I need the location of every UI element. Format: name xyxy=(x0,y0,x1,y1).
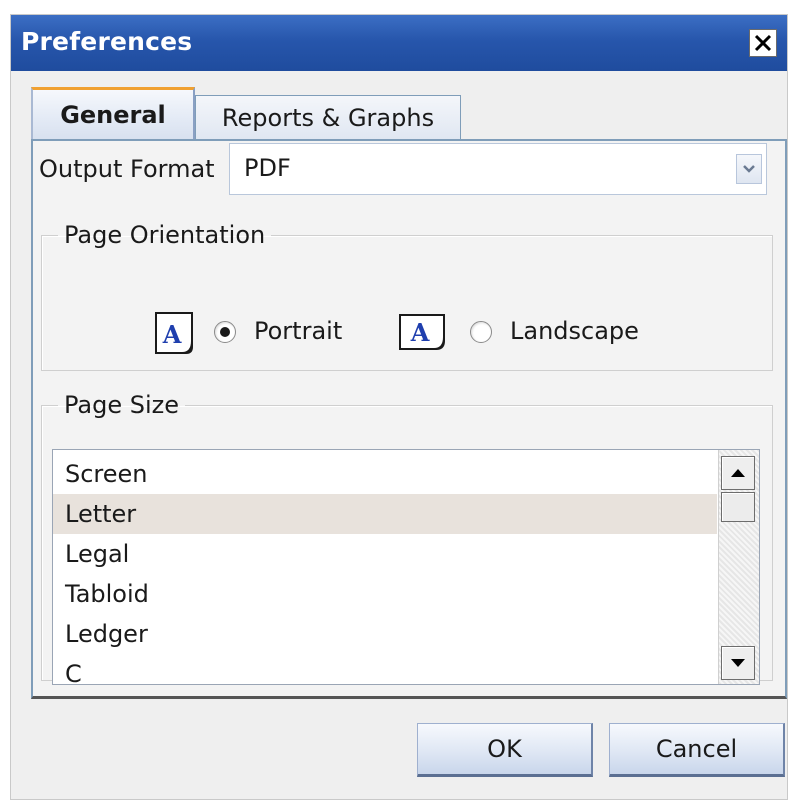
close-icon xyxy=(754,34,772,52)
tab-general[interactable]: General xyxy=(31,87,195,139)
preferences-dialog: Preferences General Reports & Graphs Out… xyxy=(10,14,788,800)
page-orientation-legend: Page Orientation xyxy=(64,221,266,249)
scroll-thumb[interactable] xyxy=(721,492,755,522)
page-size-listbox[interactable]: Screen Letter Legal Tabloid Ledger C xyxy=(52,449,760,685)
general-tab-panel: Output Format PDF Page Orientation A Por… xyxy=(31,139,787,699)
page-size-group: Page Size Screen Letter Legal Tabloid Le… xyxy=(41,391,773,685)
scroll-down-button[interactable] xyxy=(721,646,755,680)
list-item[interactable]: C xyxy=(53,654,717,684)
output-format-value: PDF xyxy=(244,154,291,182)
arrow-up-icon xyxy=(731,469,745,477)
output-format-label: Output Format xyxy=(39,155,215,183)
close-button[interactable] xyxy=(749,29,777,57)
list-item[interactable]: Legal xyxy=(53,534,717,574)
chevron-down-icon xyxy=(743,165,755,173)
page-orientation-group: Page Orientation A Portrait A Landscape xyxy=(41,221,773,371)
list-item[interactable]: Ledger xyxy=(53,614,717,654)
tab-reports-graphs[interactable]: Reports & Graphs xyxy=(195,95,461,139)
arrow-down-icon xyxy=(731,659,745,667)
scroll-up-button[interactable] xyxy=(721,456,755,490)
output-format-select[interactable]: PDF xyxy=(229,143,767,195)
landscape-radio[interactable] xyxy=(470,321,492,343)
portrait-label: Portrait xyxy=(254,317,343,345)
svg-text:A: A xyxy=(162,320,182,349)
landscape-label: Landscape xyxy=(510,317,639,345)
portrait-radio[interactable] xyxy=(214,321,236,343)
list-item[interactable]: Tabloid xyxy=(53,574,717,614)
landscape-page-icon: A xyxy=(399,314,445,350)
cancel-button[interactable]: Cancel xyxy=(609,723,785,777)
dropdown-button[interactable] xyxy=(736,154,762,184)
window-title: Preferences xyxy=(21,27,193,56)
ok-button[interactable]: OK xyxy=(417,723,593,777)
portrait-page-icon: A xyxy=(155,312,193,354)
page-size-legend: Page Size xyxy=(64,391,179,419)
svg-text:A: A xyxy=(410,318,430,347)
listbox-scrollbar[interactable] xyxy=(718,450,759,684)
orientation-options: A Portrait A Landscape xyxy=(42,311,772,359)
list-item[interactable]: Letter xyxy=(53,494,717,534)
list-item[interactable]: Screen xyxy=(53,454,717,494)
title-bar[interactable]: Preferences xyxy=(11,15,787,71)
radio-dot xyxy=(220,327,230,337)
